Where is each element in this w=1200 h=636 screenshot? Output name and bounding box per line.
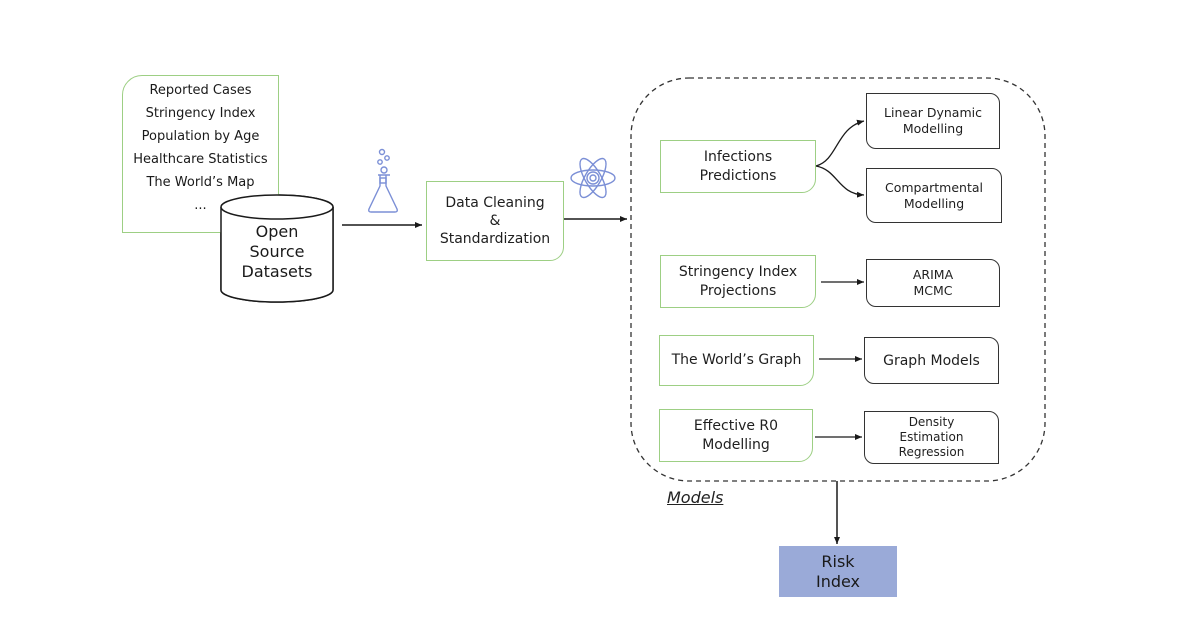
model-label: Regression bbox=[898, 445, 965, 459]
model-label: Linear Dynamic bbox=[884, 105, 982, 120]
task-label: Infections bbox=[703, 148, 773, 165]
flask-icon bbox=[368, 148, 398, 213]
cleaning-line: Standardization bbox=[439, 231, 551, 247]
risk-label: Index bbox=[815, 571, 861, 591]
task-effective-r0: Effective R0 Modelling bbox=[659, 409, 813, 462]
task-label: Modelling bbox=[702, 436, 770, 453]
model-linear-dynamic: Linear Dynamic Modelling bbox=[866, 93, 1000, 149]
source-item: ... bbox=[194, 198, 207, 213]
model-label: Modelling bbox=[903, 195, 965, 211]
source-item: Stringency Index bbox=[145, 106, 256, 121]
task-infections-predictions: Infections Predictions bbox=[660, 140, 816, 193]
model-label: MCMC bbox=[913, 283, 953, 298]
database-label: Open Source Datasets bbox=[221, 222, 333, 282]
task-label: Predictions bbox=[699, 167, 777, 184]
risk-label: Risk bbox=[821, 551, 855, 571]
model-label: Modelling bbox=[902, 121, 964, 136]
source-item: The World’s Map bbox=[146, 175, 255, 190]
model-label: ARIMA bbox=[912, 267, 954, 282]
arrow-infections-to-compartmental bbox=[815, 165, 865, 198]
task-stringency-projections: Stringency Index Projections bbox=[660, 255, 816, 308]
cleaning-line: & bbox=[489, 213, 501, 229]
model-label: Compartmental bbox=[884, 179, 983, 195]
data-cleaning-box: Data Cleaning & Standardization bbox=[426, 181, 564, 261]
model-density-estimation: Density Estimation Regression bbox=[864, 411, 999, 464]
model-compartmental: Compartmental Modelling bbox=[866, 168, 1002, 223]
database-label-line: Datasets bbox=[241, 262, 313, 281]
task-label: Effective R0 bbox=[693, 417, 779, 434]
atom-icon bbox=[570, 157, 616, 199]
models-group-label: Models bbox=[667, 488, 724, 507]
data-sources-list: Reported Cases Stringency Index Populati… bbox=[122, 75, 279, 233]
source-item: Reported Cases bbox=[149, 83, 252, 98]
model-label: Graph Models bbox=[883, 352, 980, 369]
risk-index-box: Risk Index bbox=[779, 546, 897, 597]
task-worlds-graph: The World’s Graph bbox=[659, 335, 814, 386]
source-item: Population by Age bbox=[141, 129, 260, 144]
model-graph-models: Graph Models bbox=[864, 337, 999, 384]
database-label-line: Open bbox=[255, 222, 299, 241]
model-label: Estimation bbox=[899, 430, 964, 444]
task-label: Stringency Index bbox=[678, 263, 798, 280]
database-label-line: Source bbox=[249, 242, 305, 261]
cleaning-line: Data Cleaning bbox=[445, 195, 545, 211]
task-label: The World’s Graph bbox=[671, 352, 802, 368]
arrow-infections-to-linear bbox=[815, 119, 865, 167]
task-label: Projections bbox=[699, 282, 777, 299]
model-arima-mcmc: ARIMA MCMC bbox=[866, 259, 1000, 307]
model-label: Density bbox=[908, 415, 955, 429]
source-item: Healthcare Statistics bbox=[133, 152, 268, 167]
